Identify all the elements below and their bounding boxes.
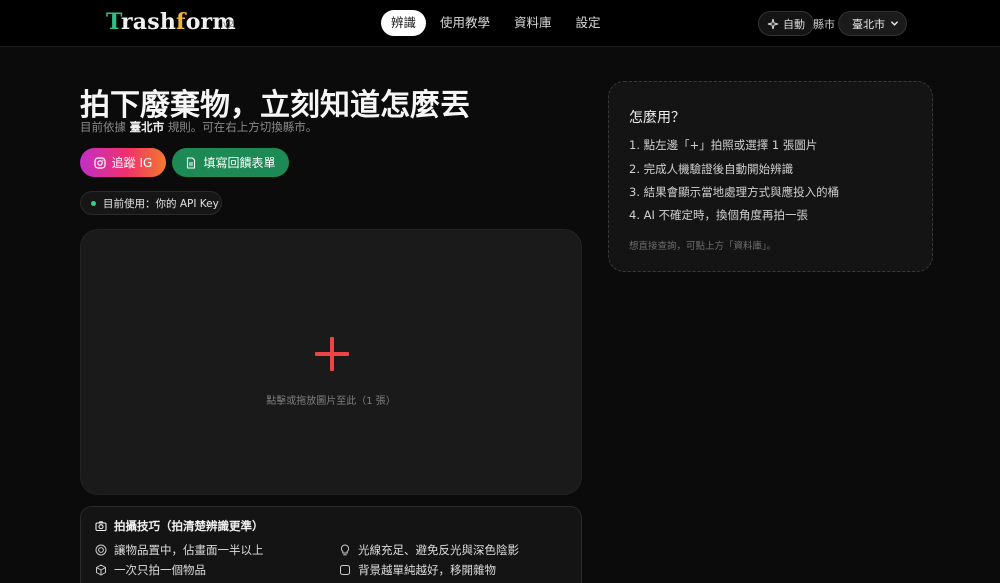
how-to-step: 4. AI 不確定時，換個角度再拍一張 bbox=[629, 208, 809, 222]
how-to-step: 1. 點左邊「+」拍照或選擇 1 張圖片 bbox=[629, 138, 818, 152]
tip-item: 讓物品置中，佔畫面一半以上 bbox=[95, 542, 264, 558]
follow-ig-button[interactable]: 追蹤 IG bbox=[80, 148, 166, 177]
auto-locate-button[interactable]: 自動 bbox=[758, 11, 814, 36]
plus-icon[interactable] bbox=[315, 337, 349, 371]
camera-icon bbox=[95, 521, 107, 532]
tips-title: 拍攝技巧（拍清楚辨識更準） bbox=[95, 518, 264, 534]
how-to-step: 2. 完成人機驗證後自動開始辨識 bbox=[629, 162, 794, 176]
image-upload-dropzone[interactable]: 點擊或拖放圖片至此（1 張） bbox=[80, 229, 582, 495]
nav-recognize[interactable]: 辨識 bbox=[381, 10, 427, 36]
county-select[interactable]: 臺北市 bbox=[838, 11, 907, 36]
nav-database[interactable]: 資料庫 bbox=[504, 10, 562, 36]
how-to-card: 怎麼用？ 1. 點左邊「+」拍照或選擇 1 張圖片 2. 完成人機驗證後自動開始… bbox=[608, 81, 933, 272]
lightbulb-icon bbox=[340, 544, 350, 556]
top-bar: Trashform v2 辨識 使用教學 資料庫 設定 自動 縣市 臺北市 bbox=[0, 0, 1000, 47]
photo-tips-panel: 拍攝技巧（拍清楚辨識更準） 讓物品置中，佔畫面一半以上 光線充足、避免反光與深色… bbox=[80, 506, 582, 583]
feedback-form-button[interactable]: 填寫回饋表單 bbox=[172, 148, 289, 177]
auto-label: 自動 bbox=[783, 17, 805, 31]
nav-settings[interactable]: 設定 bbox=[566, 10, 611, 36]
document-icon bbox=[187, 156, 196, 169]
nav-tutorial[interactable]: 使用教學 bbox=[430, 10, 500, 36]
how-to-title: 怎麼用？ bbox=[629, 110, 685, 126]
current-rule-text: 目前依據 臺北市 規則。可在右上方切換縣市。 bbox=[80, 120, 318, 134]
sparkle-icon bbox=[767, 18, 779, 29]
version-label: v2 bbox=[223, 20, 235, 30]
county-label: 縣市 bbox=[813, 18, 835, 31]
main-nav: 辨識 使用教學 資料庫 設定 bbox=[381, 10, 611, 36]
tip-item: 一次只拍一個物品 bbox=[95, 562, 206, 578]
square-icon bbox=[340, 565, 350, 575]
page-title: 拍下廢棄物，立刻知道怎麼丟 bbox=[80, 88, 470, 123]
current-city: 臺北市 bbox=[129, 120, 165, 134]
api-key-status-badge: 目前使用：你的 API Key bbox=[80, 191, 222, 215]
county-value: 臺北市 bbox=[852, 17, 885, 31]
upload-hint: 點擊或拖放圖片至此（1 張） bbox=[266, 396, 396, 407]
tip-item: 光線充足、避免反光與深色陰影 bbox=[339, 542, 519, 558]
how-to-step: 3. 結果會顯示當地處理方式與應投入的桶 bbox=[629, 185, 840, 199]
tip-item: 背景越單純越好，移開雜物 bbox=[339, 562, 496, 578]
status-dot bbox=[91, 200, 96, 206]
how-to-note: 想直接查詢，可點上方「資料庫」。 bbox=[629, 241, 777, 252]
logo[interactable]: Trashform bbox=[106, 9, 236, 35]
cube-icon bbox=[96, 564, 106, 576]
target-icon bbox=[95, 544, 107, 556]
instagram-icon bbox=[94, 156, 106, 169]
chevron-down-icon bbox=[891, 21, 898, 26]
